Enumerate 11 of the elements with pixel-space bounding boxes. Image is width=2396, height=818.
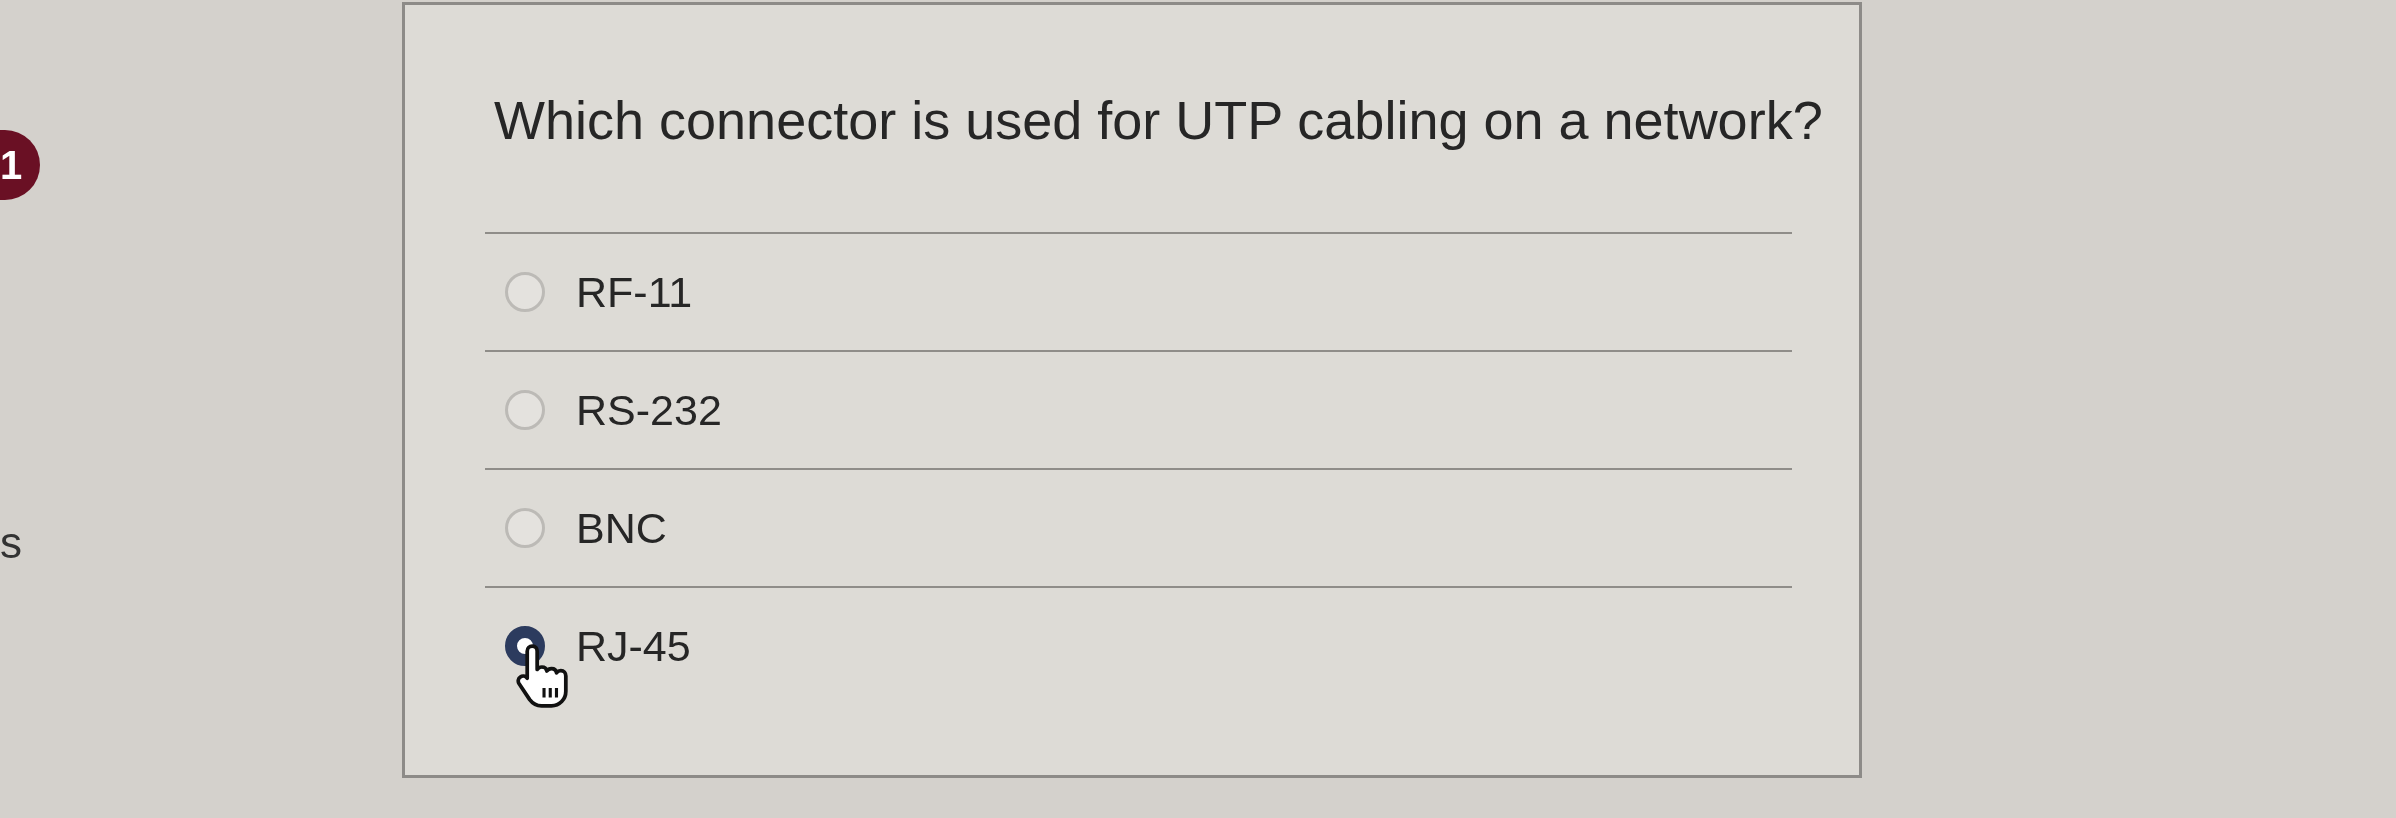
radio-button[interactable] (505, 508, 545, 548)
option-label[interactable]: RF-11 (576, 267, 693, 317)
option-label[interactable]: BNC (576, 503, 667, 553)
question-number-badge: 1 (0, 130, 40, 200)
question-text: Which connector is used for UTP cabling on a network? (494, 89, 1823, 151)
option-label[interactable]: RS-232 (576, 385, 722, 435)
side-text: s (0, 518, 22, 568)
radio-button[interactable] (505, 390, 545, 430)
hand-cursor-icon (516, 644, 568, 708)
option-label[interactable]: RJ-45 (576, 621, 691, 671)
radio-button[interactable] (505, 272, 545, 312)
